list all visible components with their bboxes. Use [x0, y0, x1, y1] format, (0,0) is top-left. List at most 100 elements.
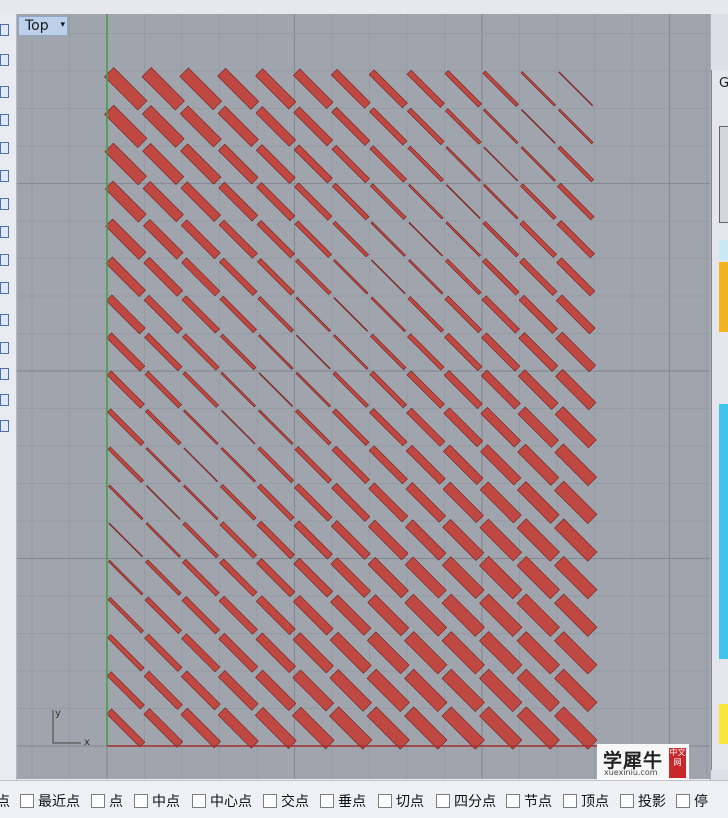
slot-shape[interactable] [181, 257, 221, 297]
slot-shape[interactable] [519, 257, 558, 296]
snap-checkbox[interactable] [436, 794, 450, 808]
slot-shape[interactable] [404, 668, 448, 713]
slot-shape[interactable] [366, 706, 410, 750]
slot-shape[interactable] [554, 406, 597, 449]
snap-checkbox[interactable] [620, 794, 634, 808]
slot-shape[interactable] [479, 668, 523, 713]
slot-shape[interactable] [408, 221, 444, 257]
tool-icon[interactable] [0, 420, 9, 432]
slot-shape[interactable] [516, 631, 560, 675]
slot-shape[interactable] [256, 520, 295, 560]
slot-shape[interactable] [145, 447, 181, 483]
slot-shape[interactable] [331, 106, 371, 146]
slot-shape[interactable] [254, 707, 297, 749]
slot-shape[interactable] [519, 220, 557, 258]
slot-shape[interactable] [333, 259, 369, 295]
snap-checkbox[interactable] [192, 794, 206, 808]
snap-checkbox[interactable] [91, 794, 105, 808]
slot-shape[interactable] [291, 706, 335, 750]
snap-quadrant[interactable]: 四分点 [436, 792, 496, 810]
slot-shape[interactable] [183, 484, 219, 521]
slot-shape[interactable] [329, 631, 372, 674]
slot-shape[interactable] [293, 106, 334, 147]
top-viewport[interactable]: y x Top ▾ [17, 14, 710, 779]
snap-vertex[interactable]: 顶点 [563, 792, 609, 810]
slot-shape[interactable] [258, 409, 294, 445]
slot-shape[interactable] [520, 109, 556, 144]
tool-icon[interactable] [0, 226, 9, 238]
slot-shape[interactable] [183, 409, 219, 445]
slot-shape[interactable] [293, 594, 334, 636]
slot-shape[interactable] [554, 555, 598, 600]
slot-shape[interactable] [405, 519, 447, 561]
slot-shape[interactable] [557, 145, 594, 183]
slot-shape[interactable] [294, 446, 332, 484]
slot-shape[interactable] [332, 220, 369, 258]
slot-shape[interactable] [445, 221, 481, 257]
slot-shape[interactable] [258, 334, 294, 370]
slot-shape[interactable] [218, 595, 258, 635]
slot-shape[interactable] [182, 371, 219, 408]
slot-shape[interactable] [107, 408, 145, 446]
slot-shape[interactable] [292, 632, 334, 674]
slot-shape[interactable] [331, 144, 370, 184]
slot-shape[interactable] [182, 521, 219, 559]
slot-shape[interactable] [218, 219, 258, 259]
slot-shape[interactable] [219, 521, 257, 559]
slot-shape[interactable] [183, 447, 219, 483]
slot-shape[interactable] [145, 522, 181, 558]
chevron-down-icon[interactable]: ▾ [60, 20, 65, 30]
slot-shape[interactable] [292, 669, 335, 712]
slot-shape[interactable] [554, 631, 598, 675]
slot-shape[interactable] [141, 105, 185, 148]
slot-shape[interactable] [219, 295, 257, 334]
tool-icon[interactable] [0, 254, 9, 266]
tool-icon[interactable] [0, 368, 9, 380]
slot-shape[interactable] [106, 708, 146, 748]
slot-shape[interactable] [479, 706, 523, 750]
snap-end[interactable]: 点 [0, 792, 10, 810]
slot-shape[interactable] [407, 107, 445, 146]
slot-shape[interactable] [370, 221, 406, 257]
slot-shape[interactable] [367, 594, 410, 637]
slot-shape[interactable] [219, 257, 258, 296]
slot-shape[interactable] [181, 596, 220, 635]
slot-shape[interactable] [180, 670, 221, 711]
slot-shape[interactable] [181, 295, 220, 334]
slot-shape[interactable] [555, 294, 596, 335]
slot-shape[interactable] [180, 707, 221, 749]
slot-shape[interactable] [105, 256, 146, 298]
slot-shape[interactable] [441, 706, 485, 750]
slot-shape[interactable] [482, 220, 519, 258]
slot-shape[interactable] [481, 332, 521, 372]
slot-shape[interactable] [404, 706, 448, 750]
slot-shape[interactable] [442, 481, 484, 524]
slot-shape[interactable] [257, 446, 294, 484]
slot-shape[interactable] [220, 447, 256, 483]
slot-shape[interactable] [257, 258, 295, 296]
slot-shape[interactable] [366, 668, 410, 713]
slot-shape[interactable] [516, 593, 560, 637]
slot-shape[interactable] [255, 595, 296, 636]
slot-shape[interactable] [516, 518, 560, 562]
slot-shape[interactable] [518, 294, 558, 334]
slot-shape[interactable] [182, 558, 220, 597]
slot-shape[interactable] [555, 331, 596, 373]
slot-shape[interactable] [143, 708, 184, 748]
slot-shape[interactable] [330, 594, 372, 636]
tool-icon[interactable] [0, 342, 9, 354]
slot-shape[interactable] [143, 218, 184, 260]
slot-shape[interactable] [182, 333, 220, 371]
slot-shape[interactable] [330, 68, 371, 109]
slot-shape[interactable] [142, 180, 184, 223]
slot-shape[interactable] [407, 145, 444, 183]
slot-shape[interactable] [554, 593, 598, 637]
slot-shape[interactable] [445, 258, 482, 296]
slot-shape[interactable] [218, 632, 259, 673]
snap-tangent[interactable]: 切点 [378, 792, 424, 810]
slot-shape[interactable] [256, 220, 295, 259]
slot-shape[interactable] [105, 218, 147, 260]
slot-shape[interactable] [144, 633, 183, 672]
slot-shape[interactable] [370, 259, 406, 295]
slot-shape[interactable] [370, 296, 406, 333]
